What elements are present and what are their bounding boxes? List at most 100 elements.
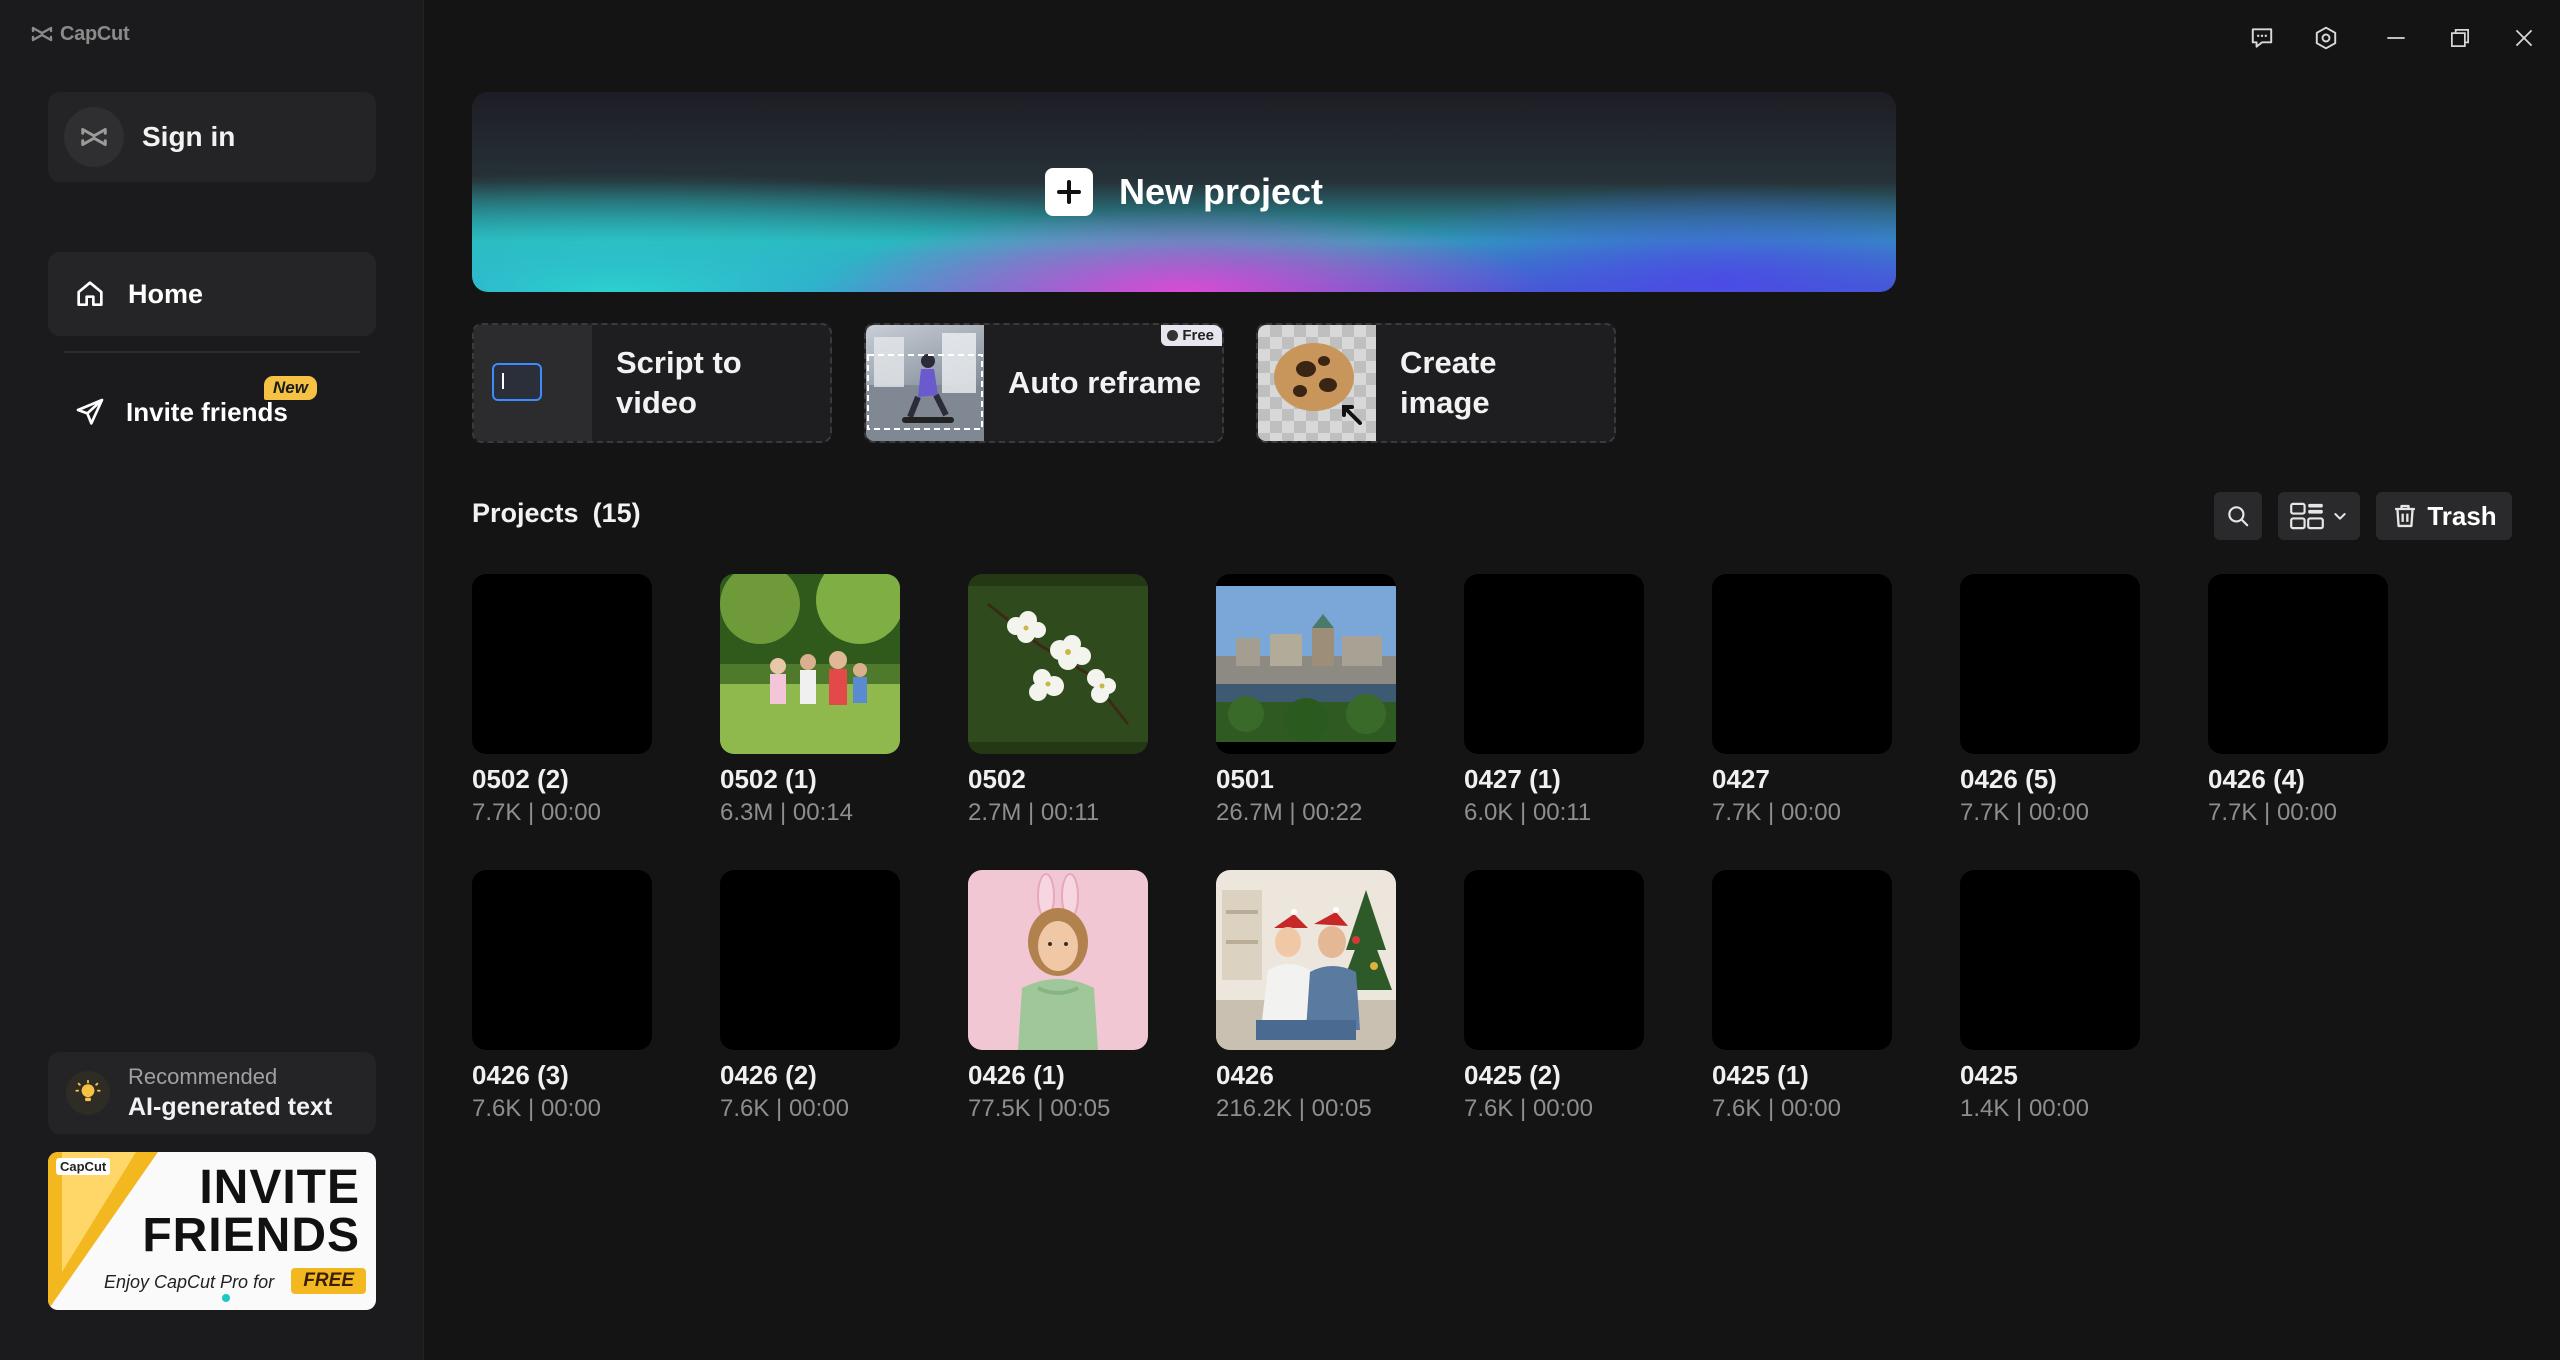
free-badge: Free — [1161, 325, 1222, 346]
create-image-button[interactable]: Create image — [1256, 323, 1616, 443]
plus-icon — [1044, 168, 1093, 216]
sidebar-item-invite-label: Invite friends — [126, 396, 288, 427]
app-logo-text: CapCut — [60, 22, 130, 45]
project-meta: 7.6K | 00:00 — [1712, 1095, 1841, 1122]
create-image-thumbnail — [1258, 325, 1376, 441]
invite-friends-banner[interactable]: CapCut INVITE FRIENDS Enjoy CapCut Pro f… — [48, 1152, 376, 1310]
project-thumbnail — [720, 870, 900, 1050]
project-card[interactable]: 0425 (2) 7.6K | 00:00 — [1464, 870, 1644, 1123]
project-card[interactable]: 0426 (3) 7.6K | 00:00 — [472, 870, 652, 1123]
sidebar-item-invite[interactable]: Invite friends New — [48, 372, 376, 452]
projects-title: Projects — [472, 498, 579, 528]
banner-line2: FRIENDS — [142, 1209, 360, 1262]
project-card[interactable]: 0501 26.7M | 00:22 — [1216, 574, 1396, 827]
project-thumbnail — [2208, 574, 2388, 754]
create-image-line2: image — [1400, 385, 1490, 420]
app-logo: CapCut — [30, 22, 130, 46]
project-card[interactable]: 0426 (4) 7.7K | 00:00 — [2208, 574, 2388, 827]
settings-button[interactable] — [2306, 18, 2346, 58]
project-card[interactable]: 0426 (5) 7.7K | 00:00 — [1960, 574, 2140, 827]
project-thumbnail — [1216, 574, 1396, 754]
project-meta: 26.7M | 00:22 — [1216, 799, 1363, 826]
project-thumbnail — [720, 574, 900, 754]
settings-icon — [2315, 26, 2337, 50]
sign-in-button[interactable]: Sign in — [48, 92, 376, 182]
project-thumbnail — [1216, 870, 1396, 1050]
new-project-button[interactable]: New project — [472, 92, 1896, 292]
avatar — [64, 107, 124, 167]
search-button[interactable] — [2214, 492, 2262, 540]
close-button[interactable] — [2504, 18, 2544, 58]
project-thumbnail — [1464, 870, 1644, 1050]
auto-reframe-thumbnail — [866, 325, 984, 441]
project-name: 0501 — [1216, 764, 1274, 794]
project-thumbnail — [1960, 574, 2140, 754]
recommend-title: AI-generated text — [128, 1093, 333, 1121]
project-thumbnail — [472, 574, 652, 754]
feedback-button[interactable] — [2242, 18, 2282, 58]
new-project-label: New project — [1118, 171, 1324, 212]
project-card[interactable]: 0425 1.4K | 00:00 — [1960, 870, 2140, 1123]
project-name: 0426 (4) — [2208, 764, 2305, 794]
project-card[interactable]: 0426 216.2K | 00:05 — [1216, 870, 1396, 1123]
banner-line1: INVITE — [199, 1161, 360, 1214]
project-meta: 7.7K | 00:00 — [2208, 799, 2337, 826]
project-thumbnail — [968, 574, 1148, 754]
script-to-video-thumbnail — [474, 325, 592, 441]
trash-icon — [2395, 504, 2416, 528]
grid-view-icon — [2290, 502, 2324, 530]
sidebar: CapCut Sign in Home Invite friends New R… — [0, 0, 424, 1360]
script-to-video-line2: video — [616, 385, 697, 420]
project-meta: 1.4K | 00:00 — [1960, 1095, 2089, 1122]
project-name: 0502 (1) — [720, 764, 817, 794]
search-icon — [2228, 506, 2249, 527]
home-icon — [77, 281, 103, 306]
script-to-video-button[interactable]: Script to video — [472, 323, 832, 443]
project-card[interactable]: 0427 7.7K | 00:00 — [1712, 574, 1892, 827]
auto-reframe-button[interactable]: Auto reframe Free — [864, 323, 1224, 443]
project-thumbnail — [1712, 574, 1892, 754]
project-name: 0502 — [968, 764, 1026, 794]
project-card[interactable]: 0427 (1) 6.0K | 00:11 — [1464, 574, 1644, 827]
project-meta: 7.7K | 00:00 — [472, 799, 601, 826]
script-to-video-line1: Script to — [616, 344, 742, 380]
sidebar-divider — [64, 351, 360, 353]
sidebar-item-home[interactable]: Home — [48, 252, 376, 336]
trash-label: Trash — [2427, 500, 2497, 531]
project-name: 0425 (1) — [1712, 1060, 1809, 1090]
trash-button[interactable]: Trash — [2376, 492, 2512, 540]
minimize-button[interactable] — [2376, 18, 2416, 58]
project-card[interactable]: 0425 (1) 7.6K | 00:00 — [1712, 870, 1892, 1123]
minimize-icon — [2387, 37, 2405, 39]
project-meta: 7.6K | 00:00 — [720, 1095, 849, 1122]
project-name: 0426 (2) — [720, 1060, 817, 1090]
restore-button[interactable] — [2440, 18, 2480, 58]
project-card[interactable]: 0426 (2) 7.6K | 00:00 — [720, 870, 900, 1123]
project-card[interactable]: 0502 (2) 7.7K | 00:00 — [472, 574, 652, 827]
project-meta: 7.6K | 00:00 — [472, 1095, 601, 1122]
project-card[interactable]: 0502 (1) 6.3M | 00:14 — [720, 574, 900, 827]
project-name: 0426 (3) — [472, 1060, 569, 1090]
project-meta: 2.7M | 00:11 — [968, 799, 1100, 826]
project-thumbnail — [968, 870, 1148, 1050]
project-meta: 7.6K | 00:00 — [1464, 1095, 1593, 1122]
project-card[interactable]: 0502 2.7M | 00:11 — [968, 574, 1148, 827]
banner-pager-dot[interactable] — [222, 1294, 230, 1302]
projects-heading: Projects (15) — [472, 498, 641, 529]
feedback-icon — [2251, 28, 2273, 48]
project-meta: 7.7K | 00:00 — [1960, 799, 2089, 826]
new-badge: New — [264, 376, 317, 400]
sign-in-label: Sign in — [142, 121, 236, 152]
free-badge-label: Free — [1182, 327, 1214, 344]
recommend-card[interactable]: Recommended AI-generated text — [48, 1052, 376, 1134]
view-mode-dropdown[interactable] — [2278, 492, 2360, 540]
project-meta: 7.7K | 00:00 — [1712, 799, 1841, 826]
project-meta: 6.0K | 00:11 — [1464, 799, 1592, 826]
project-name: 0426 (1) — [968, 1060, 1065, 1090]
project-name: 0502 (2) — [472, 764, 569, 794]
project-card[interactable]: 0426 (1) 77.5K | 00:05 — [968, 870, 1148, 1123]
auto-reframe-label: Auto reframe — [1008, 364, 1201, 400]
banner-line3: Enjoy CapCut Pro for — [104, 1272, 275, 1292]
project-name: 0425 (2) — [1464, 1060, 1561, 1090]
project-thumbnail — [1960, 870, 2140, 1050]
